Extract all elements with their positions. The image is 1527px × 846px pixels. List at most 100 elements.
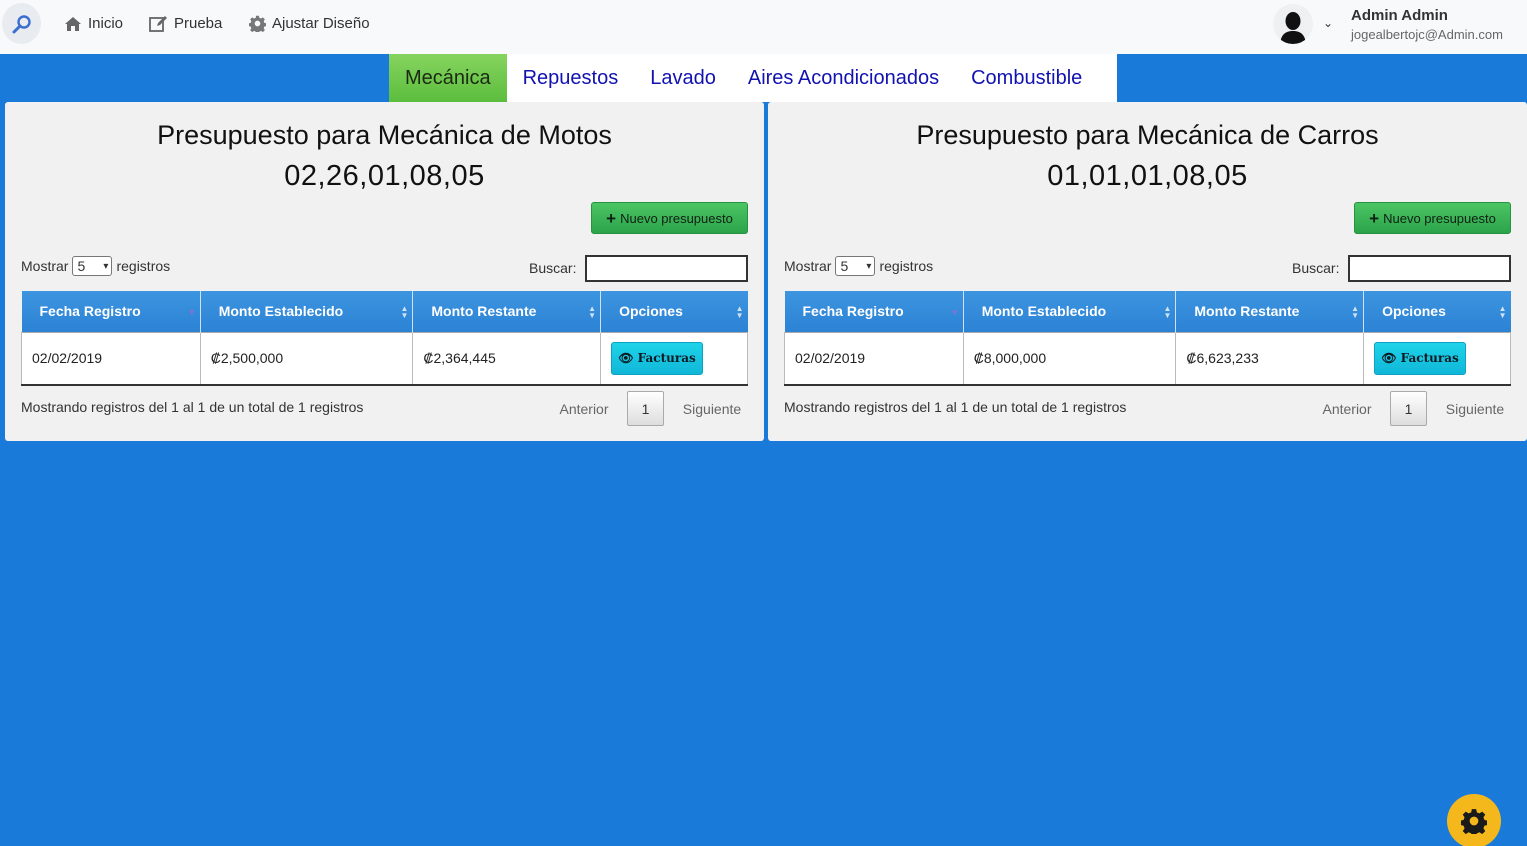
pager-page-1[interactable]: 1 <box>1390 391 1427 426</box>
new-budget-label: Nuevo presupuesto <box>1383 210 1496 226</box>
cell-establecido: ₡2,500,000 <box>200 331 414 386</box>
column-label: Monto Restante <box>431 303 537 320</box>
panel-code: 02,26,01,08,05 <box>284 160 485 192</box>
cell-restante: ₡2,364,445 <box>412 331 602 386</box>
eye-icon: 👁 <box>1381 351 1397 366</box>
table-info: Mostrando registros del 1 al 1 de un tot… <box>21 399 364 415</box>
budget-table: Fecha Registro ▼ Monto Establecido ▲ ▼ Mont… <box>21 291 748 386</box>
cell-establecido: ₡8,000,000 <box>963 331 1177 386</box>
page-length-control: Mostrar 5 ▾ registros <box>21 256 170 276</box>
cell-opciones: 👁 Facturas <box>1363 331 1511 386</box>
new-budget-button[interactable]: + Nuevo presupuesto <box>591 202 748 234</box>
sort-icon: ▲ ▼ <box>588 304 597 320</box>
search-input[interactable] <box>1348 255 1511 282</box>
sort-desc-icon: ▼ <box>950 308 959 317</box>
plus-icon: + <box>1369 208 1380 228</box>
user-menu-chevron-icon[interactable]: ⌄ <box>1323 16 1333 30</box>
budget-panel-motos: Presupuesto para Mecánica de Motos 02,26… <box>5 102 764 441</box>
cell-fecha: 02/02/2019 <box>784 331 964 386</box>
nav-prueba-label: Prueba <box>174 15 223 32</box>
sort-icon: ▲ ▼ <box>1498 304 1507 320</box>
facturas-button[interactable]: 👁 Facturas <box>1374 341 1467 375</box>
column-label: Opciones <box>1382 303 1446 320</box>
column-label: Monto Establecido <box>218 303 344 320</box>
pager-next[interactable]: Siguiente <box>672 401 752 417</box>
gear-icon <box>1461 809 1487 834</box>
sort-icon: ▲ ▼ <box>1163 304 1172 320</box>
panel-title: Presupuesto para Mecánica de Carros <box>916 120 1379 150</box>
page-length-value: 5 <box>840 258 849 274</box>
search-input[interactable] <box>585 255 748 282</box>
show-suffix: registros <box>879 258 934 274</box>
search-label: Buscar: <box>529 260 577 276</box>
sort-icon: ▲ ▼ <box>400 304 409 320</box>
facturas-button[interactable]: 👁 Facturas <box>611 341 704 375</box>
facturas-label: Facturas <box>1400 351 1459 366</box>
table-row: 02/02/2019 ₡2,500,000 ₡2,364,445 👁 Factu… <box>21 331 748 386</box>
column-header-opciones[interactable]: Opciones ▲ ▼ <box>600 291 748 332</box>
column-label: Fecha Registro <box>802 303 904 320</box>
page-length-select[interactable]: 5 ▾ <box>72 256 113 276</box>
pager-previous[interactable]: Anterior <box>549 401 619 417</box>
cell-opciones: 👁 Facturas <box>600 331 748 386</box>
tab-lavado[interactable]: Lavado <box>634 54 732 102</box>
tab-mecanica[interactable]: Mecánica <box>389 54 507 102</box>
new-budget-button[interactable]: + Nuevo presupuesto <box>1354 202 1511 234</box>
pagination: Anterior 1 Siguiente <box>549 391 752 426</box>
tab-combustible[interactable]: Combustible <box>955 54 1098 102</box>
table-info: Mostrando registros del 1 al 1 de un tot… <box>784 399 1127 415</box>
edit-icon <box>149 16 167 32</box>
column-label: Opciones <box>619 303 683 320</box>
gear-icon <box>249 15 266 32</box>
user-silhouette-icon <box>1280 12 1306 44</box>
chevron-down-icon: ▾ <box>103 260 109 272</box>
home-icon <box>65 16 81 31</box>
user-email: jogealbertojc@Admin.com <box>1351 27 1503 42</box>
pager-page-1[interactable]: 1 <box>627 391 664 426</box>
column-label: Monto Restante <box>1194 303 1300 320</box>
page-length-control: Mostrar 5 ▾ registros <box>784 256 933 276</box>
top-navbar: Inicio Prueba Ajustar Diseño ⌄ Admin Adm… <box>0 0 1527 54</box>
cell-fecha: 02/02/2019 <box>21 331 201 386</box>
column-header-fecha[interactable]: Fecha Registro ▼ <box>21 291 201 332</box>
sort-icon: ▲ ▼ <box>1351 304 1360 320</box>
chevron-down-icon: ▾ <box>866 260 872 272</box>
column-header-restante[interactable]: Monto Restante ▲ ▼ <box>412 291 602 332</box>
settings-fab[interactable] <box>1447 794 1501 846</box>
show-suffix: registros <box>116 258 171 274</box>
plus-icon: + <box>606 208 617 228</box>
column-label: Monto Establecido <box>981 303 1107 320</box>
nav-ajustar-diseno[interactable]: Ajustar Diseño <box>249 15 370 32</box>
sort-desc-icon: ▼ <box>187 308 196 317</box>
show-prefix: Mostrar <box>784 258 832 274</box>
user-name: Admin Admin <box>1351 7 1448 24</box>
column-header-fecha[interactable]: Fecha Registro ▼ <box>784 291 964 332</box>
panel-code: 01,01,01,08,05 <box>1047 160 1248 192</box>
page-length-select[interactable]: 5 ▾ <box>835 256 876 276</box>
tab-repuestos[interactable]: Repuestos <box>507 54 635 102</box>
facturas-label: Facturas <box>637 351 696 366</box>
column-header-establecido[interactable]: Monto Establecido ▲ ▼ <box>200 291 414 332</box>
nav-ajustar-label: Ajustar Diseño <box>272 15 370 32</box>
category-tabs: Mecánica Repuestos Lavado Aires Acondici… <box>389 54 1117 102</box>
pager-next[interactable]: Siguiente <box>1435 401 1515 417</box>
column-header-opciones[interactable]: Opciones ▲ ▼ <box>1363 291 1511 332</box>
budget-table: Fecha Registro ▼ Monto Establecido ▲ ▼ Mont… <box>784 291 1511 386</box>
sort-icon: ▲ ▼ <box>735 304 744 320</box>
search-label: Buscar: <box>1292 260 1340 276</box>
nav-inicio[interactable]: Inicio <box>64 15 123 32</box>
column-header-restante[interactable]: Monto Restante ▲ ▼ <box>1175 291 1365 332</box>
search-button[interactable] <box>2 3 41 44</box>
avatar[interactable] <box>1273 4 1313 44</box>
page-length-value: 5 <box>77 258 86 274</box>
tab-aires-acondicionados[interactable]: Aires Acondicionados <box>732 54 955 102</box>
cell-restante: ₡6,623,233 <box>1175 331 1365 386</box>
pagination: Anterior 1 Siguiente <box>1312 391 1515 426</box>
panel-title: Presupuesto para Mecánica de Motos <box>157 120 612 150</box>
eye-icon: 👁 <box>618 351 634 366</box>
search-icon <box>12 14 31 33</box>
pager-previous[interactable]: Anterior <box>1312 401 1382 417</box>
nav-prueba[interactable]: Prueba <box>149 15 222 32</box>
column-header-establecido[interactable]: Monto Establecido ▲ ▼ <box>963 291 1177 332</box>
column-label: Fecha Registro <box>39 303 141 320</box>
